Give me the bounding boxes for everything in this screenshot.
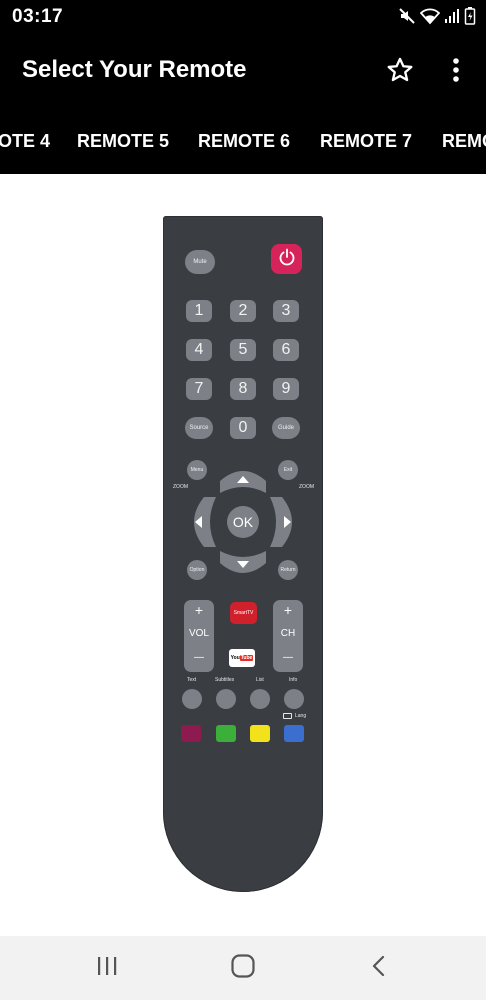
- info-label: Info: [289, 677, 298, 683]
- text-button[interactable]: [182, 689, 202, 709]
- text-label: Text: [187, 677, 197, 683]
- number-5-button[interactable]: 5: [230, 339, 256, 361]
- tab-remote-5[interactable]: REMOTE 5: [77, 131, 169, 152]
- more-vertical-icon: [452, 57, 460, 88]
- system-nav-bar: [0, 936, 486, 1000]
- youtube-button[interactable]: YouTube: [229, 649, 255, 667]
- mute-button[interactable]: Mute: [185, 250, 215, 274]
- volume-label: VOL: [188, 628, 209, 639]
- app-screen: 03:17 Select Your Remote OTE 4 REMOTE 5 …: [0, 0, 486, 1000]
- lang-label: Lang: [295, 713, 307, 719]
- remote-content: Mute 1 2 3 4 5 6 7 8 9 Source 0 Guide Me…: [0, 174, 486, 936]
- recent-apps-icon: [95, 955, 119, 982]
- channel-down-label: —: [283, 652, 293, 663]
- number-6-button[interactable]: 6: [273, 339, 299, 361]
- back-button[interactable]: [357, 950, 401, 986]
- lang-icon: [283, 713, 292, 719]
- status-bar: 03:17: [0, 0, 486, 36]
- tab-remote-8[interactable]: REMOTE 8: [442, 131, 486, 152]
- smart-tv-button[interactable]: SmartTV: [230, 602, 257, 624]
- source-button[interactable]: Source: [185, 417, 213, 439]
- yellow-button[interactable]: [250, 725, 270, 742]
- green-button[interactable]: [216, 725, 236, 742]
- number-0-button[interactable]: 0: [230, 417, 256, 439]
- youtube-logo: YouTube: [231, 655, 254, 661]
- volume-up-label: +: [194, 602, 204, 618]
- star-outline-icon: [386, 56, 414, 89]
- subtitles-label: Subtitles: [215, 677, 235, 683]
- tab-remote-4[interactable]: REMOTE 4: [0, 131, 50, 152]
- page-title: Select Your Remote: [22, 56, 247, 83]
- number-7-button[interactable]: 7: [186, 378, 212, 400]
- list-button[interactable]: [250, 689, 270, 709]
- favorite-button[interactable]: [382, 54, 418, 90]
- mute-icon: [398, 7, 416, 25]
- remote-tabs: REMOTE 4 REMOTE 5 REMOTE 6 REMOTE 7 REMO…: [0, 108, 486, 174]
- channel-up-label: +: [283, 602, 293, 618]
- status-time: 03:17: [12, 6, 64, 27]
- volume-rocker[interactable]: + VOL —: [184, 600, 214, 672]
- recent-apps-button[interactable]: [85, 950, 129, 986]
- channel-rocker[interactable]: + CH —: [273, 600, 303, 672]
- battery-icon: [464, 6, 476, 26]
- red-button[interactable]: [181, 725, 201, 742]
- youtube-tube-text: Tube: [239, 655, 254, 661]
- overflow-menu-button[interactable]: [440, 54, 472, 90]
- option-button[interactable]: Option: [187, 560, 207, 580]
- guide-button[interactable]: Guide: [272, 417, 300, 439]
- home-icon: [230, 953, 256, 984]
- blue-button[interactable]: [284, 725, 304, 742]
- remote-control: Mute 1 2 3 4 5 6 7 8 9 Source 0 Guide Me…: [163, 216, 323, 892]
- status-icons: [398, 6, 476, 26]
- youtube-you-text: You: [230, 655, 240, 661]
- number-4-button[interactable]: 4: [186, 339, 212, 361]
- number-1-button[interactable]: 1: [186, 300, 212, 322]
- wifi-icon: [420, 7, 440, 25]
- home-button[interactable]: [221, 950, 265, 986]
- signal-icon: [444, 7, 460, 25]
- power-icon: [277, 247, 297, 272]
- list-label: List: [256, 677, 264, 683]
- number-3-button[interactable]: 3: [273, 300, 299, 322]
- info-button[interactable]: [284, 689, 304, 709]
- ok-button[interactable]: OK: [227, 506, 259, 538]
- number-8-button[interactable]: 8: [230, 378, 256, 400]
- back-icon: [369, 954, 389, 983]
- number-9-button[interactable]: 9: [273, 378, 299, 400]
- tab-remote-6[interactable]: REMOTE 6: [198, 131, 290, 152]
- subtitles-button[interactable]: [216, 689, 236, 709]
- volume-down-label: —: [194, 652, 204, 663]
- number-2-button[interactable]: 2: [230, 300, 256, 322]
- app-bar: Select Your Remote: [0, 36, 486, 108]
- channel-label: CH: [280, 628, 296, 639]
- tab-remote-7[interactable]: REMOTE 7: [320, 131, 412, 152]
- return-button[interactable]: Return: [278, 560, 298, 580]
- power-button[interactable]: [271, 244, 302, 274]
